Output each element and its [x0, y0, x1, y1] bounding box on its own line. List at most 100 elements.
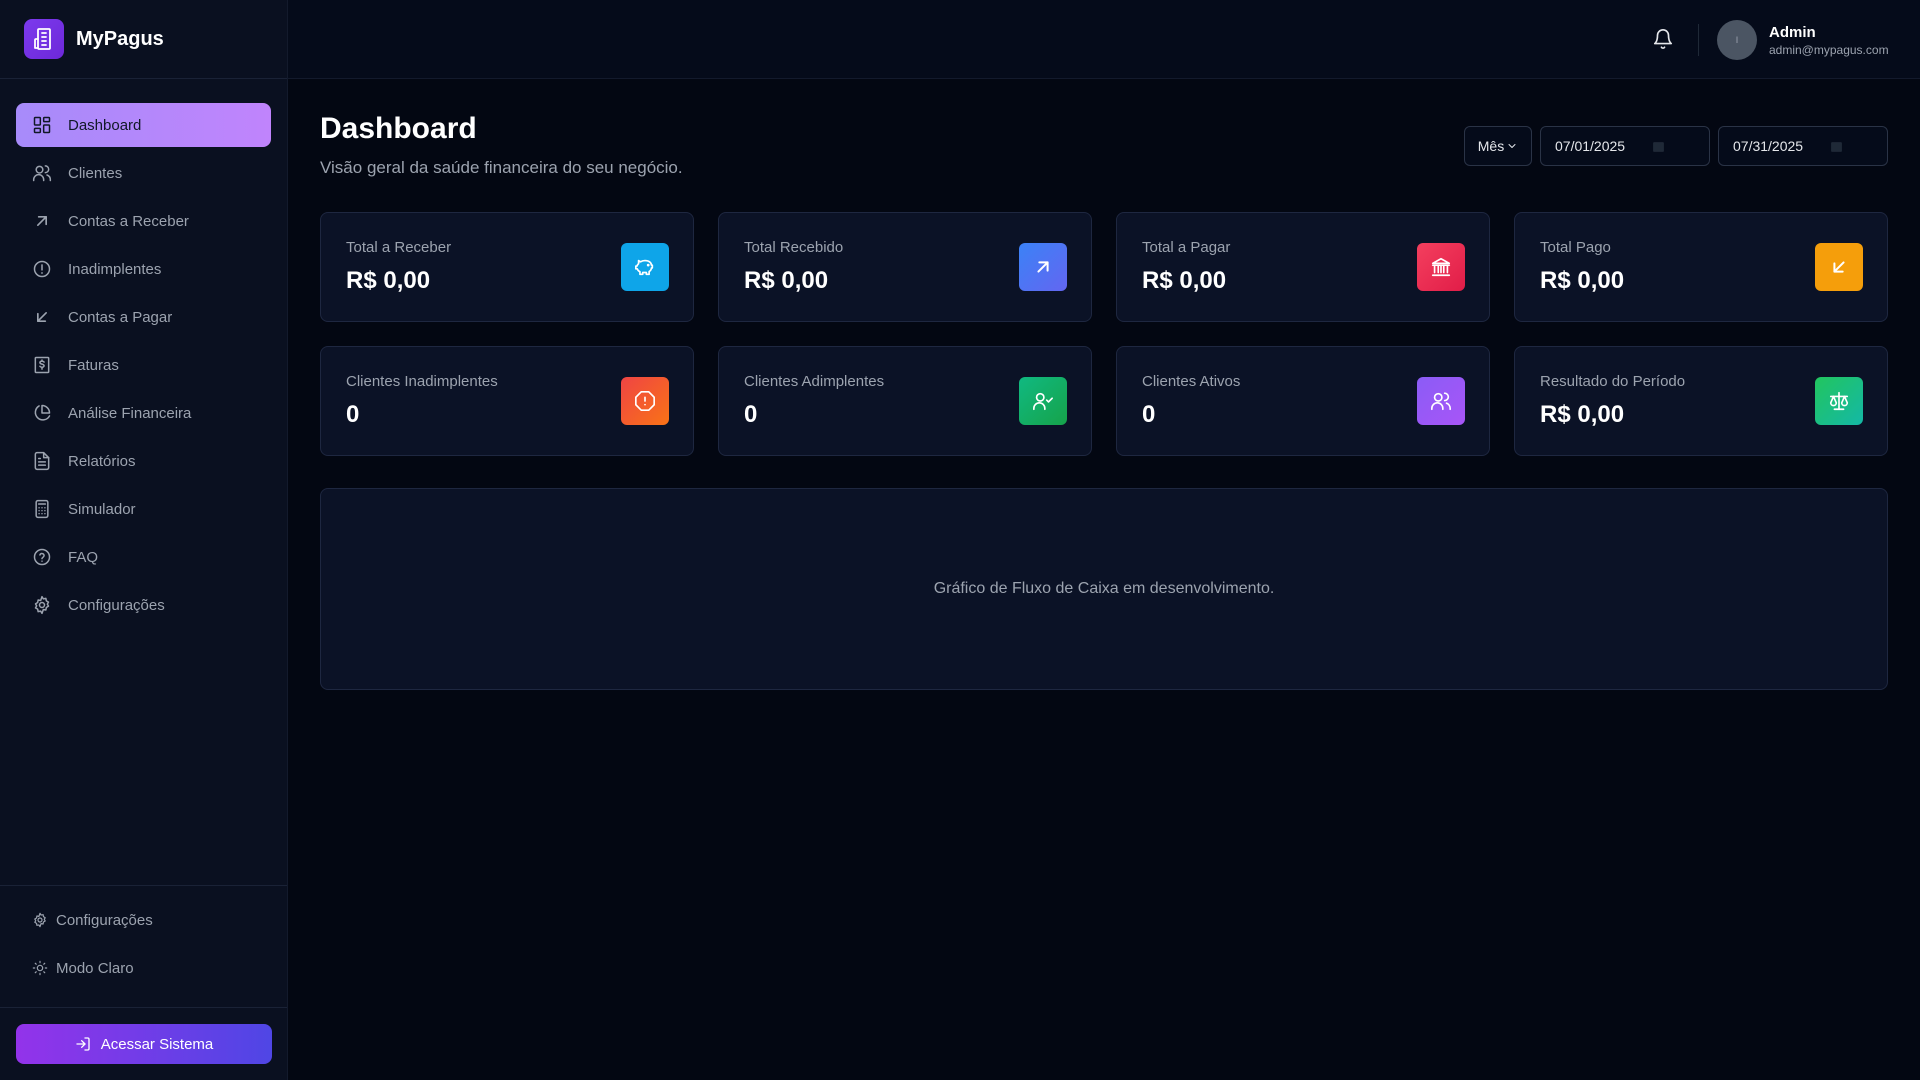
footer-item-label: Configurações: [56, 911, 153, 929]
card-label: Clientes Ativos: [1142, 373, 1241, 390]
sidebar-item-label: Relatórios: [68, 452, 136, 470]
avatar[interactable]: I: [1717, 20, 1757, 60]
sidebar-item-relatorios[interactable]: Relatórios: [16, 439, 271, 483]
card-label: Clientes Adimplentes: [744, 373, 885, 390]
access-system-button[interactable]: Acessar Sistema: [16, 1024, 272, 1064]
start-date-value: 07/01/2025: [1555, 138, 1626, 154]
sidebar-bottom: Acessar Sistema: [0, 1007, 287, 1080]
card-value: R$ 0,00: [1540, 401, 1625, 428]
sidebar-item-label: Configurações: [68, 596, 165, 614]
invoice-dollar-icon: [34, 356, 50, 374]
card-value: 0: [744, 401, 758, 428]
user-check-icon: [1019, 377, 1067, 425]
sidebar-item-analise-financeira[interactable]: Análise Financeira: [16, 391, 271, 435]
brand-name[interactable]: MyPagus: [76, 28, 164, 51]
sidebar-item-configuracoes[interactable]: Configurações: [16, 583, 271, 627]
top-header: I Admin admin@mypagus.com: [288, 0, 1920, 79]
arrow-up-right-icon: [1019, 243, 1067, 291]
period-select[interactable]: Mês: [1464, 126, 1532, 166]
card-value: R$ 0,00: [346, 267, 431, 294]
sidebar-item-label: FAQ: [68, 548, 99, 566]
sidebar-item-label: Dashboard: [68, 116, 142, 134]
bank-icon: [1417, 243, 1465, 291]
card-label: Total a Receber: [346, 239, 452, 256]
card-clientes-inadimplentes: Clientes Inadimplentes 0: [320, 346, 694, 456]
sidebar-item-faq[interactable]: FAQ: [16, 535, 271, 579]
alert-octagon-icon: [621, 377, 669, 425]
sidebar-nav: Dashboard Clientes Contas a Receber Inad…: [0, 79, 287, 627]
cash-flow-chart-panel: Gráfico de Fluxo de Caixa em desenvolvim…: [320, 488, 1888, 690]
building-icon[interactable]: [24, 19, 64, 59]
card-value: R$ 0,00: [1142, 267, 1227, 294]
scale-icon: [1815, 377, 1863, 425]
sidebar-item-clientes[interactable]: Clientes: [16, 151, 271, 195]
gear-icon: [34, 595, 50, 615]
sidebar-item-label: Inadimplentes: [68, 260, 162, 278]
pie-chart-icon: [34, 404, 51, 421]
sidebar-item-simulador[interactable]: Simulador: [16, 487, 271, 531]
sidebar-item-label: Simulador: [68, 500, 136, 518]
header-divider: [1698, 24, 1699, 56]
brand: MyPagus: [0, 0, 287, 79]
users-icon: [1417, 377, 1465, 425]
sidebar-item-dashboard[interactable]: Dashboard: [16, 103, 271, 147]
calendar-icon[interactable]: [1830, 140, 1843, 153]
access-system-label: Acessar Sistema: [100, 1035, 214, 1053]
page-subtitle: Visão geral da saúde financeira do seu n…: [320, 158, 683, 177]
sidebar-item-label: Clientes: [68, 164, 123, 182]
card-total-a-pagar: Total a Pagar R$ 0,00: [1116, 212, 1490, 322]
card-clientes-adimplentes: Clientes Adimplentes 0: [718, 346, 1092, 456]
card-clientes-ativos: Clientes Ativos 0: [1116, 346, 1490, 456]
bell-icon[interactable]: [1652, 28, 1674, 50]
calculator-icon: [35, 499, 49, 519]
card-label: Total Recebido: [744, 239, 844, 256]
sidebar-item-label: Análise Financeira: [68, 404, 192, 422]
log-in-icon: [76, 1037, 90, 1051]
footer-item-modo-claro[interactable]: Modo Claro: [16, 946, 271, 990]
arrow-down-left-icon: [1815, 243, 1863, 291]
sidebar-item-inadimplentes[interactable]: Inadimplentes: [16, 247, 271, 291]
alert-circle-icon: [33, 260, 51, 278]
calendar-icon[interactable]: [1652, 140, 1665, 153]
sidebar-item-label: Contas a Receber: [68, 212, 189, 230]
sidebar-item-contas-a-receber[interactable]: Contas a Receber: [16, 199, 271, 243]
piggy-bank-icon: [621, 243, 669, 291]
users-icon: [32, 165, 52, 182]
sidebar-item-faturas[interactable]: Faturas: [16, 343, 271, 387]
card-label: Total a Pagar: [1142, 239, 1231, 256]
footer-item-label: Modo Claro: [56, 959, 134, 977]
card-value: 0: [1142, 401, 1156, 428]
sun-icon: [32, 960, 48, 976]
dashboard-icon: [33, 116, 51, 134]
card-total-pago: Total Pago R$ 0,00: [1514, 212, 1888, 322]
card-resultado-do-periodo: Resultado do Período R$ 0,00: [1514, 346, 1888, 456]
chart-placeholder-message: Gráfico de Fluxo de Caixa em desenvolvim…: [933, 580, 1275, 597]
page-title: Dashboard: [320, 112, 477, 145]
file-text-icon: [34, 451, 50, 471]
gear-icon: [34, 912, 46, 928]
card-label: Resultado do Período: [1540, 373, 1686, 390]
card-label: Total Pago: [1540, 239, 1611, 256]
arrow-up-right-icon: [37, 216, 48, 226]
help-circle-icon: [33, 548, 51, 566]
card-value: 0: [346, 401, 360, 428]
card-total-recebido: Total Recebido R$ 0,00: [718, 212, 1092, 322]
card-total-a-receber: Total a Receber R$ 0,00: [320, 212, 694, 322]
sidebar-item-label: Contas a Pagar: [68, 308, 173, 326]
card-label: Clientes Inadimplentes: [346, 373, 498, 390]
sidebar-footer: Configurações Modo Claro: [0, 885, 287, 994]
card-value: R$ 0,00: [1540, 267, 1625, 294]
end-date-input[interactable]: 07/31/2025: [1718, 126, 1888, 166]
user-email: admin@mypagus.com: [1769, 43, 1889, 57]
start-date-input[interactable]: 07/01/2025: [1540, 126, 1710, 166]
sidebar-item-label: Faturas: [68, 356, 119, 374]
chevron-down-icon: [1508, 144, 1516, 148]
sidebar-item-contas-a-pagar[interactable]: Contas a Pagar: [16, 295, 271, 339]
period-select-value: Mês: [1477, 138, 1505, 154]
end-date-value: 07/31/2025: [1733, 138, 1804, 154]
user-name: Admin: [1769, 24, 1816, 41]
card-value: R$ 0,00: [744, 267, 829, 294]
arrow-down-left-icon: [37, 312, 48, 322]
footer-item-configuracoes[interactable]: Configurações: [16, 898, 271, 942]
sidebar: MyPagus Dashboard Clientes Contas a Rece…: [0, 0, 288, 1080]
